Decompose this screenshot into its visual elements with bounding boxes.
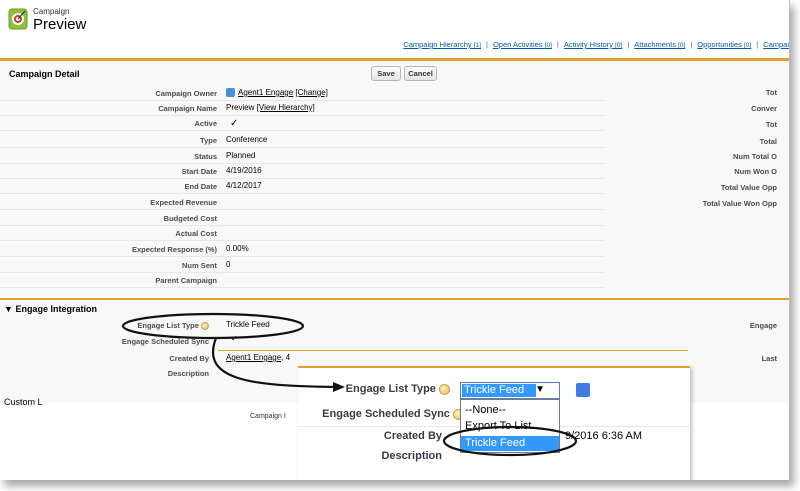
- highlight-ellipse: [121, 312, 305, 340]
- callout-arrow: [211, 337, 336, 389]
- arrowhead-icon: [333, 382, 345, 392]
- campaign-detail-page: Campaign Preview Campaign Hierarchy [1] |…: [0, 0, 790, 480]
- highlight-ellipse: [442, 425, 578, 457]
- callout-annotation: [121, 312, 578, 457]
